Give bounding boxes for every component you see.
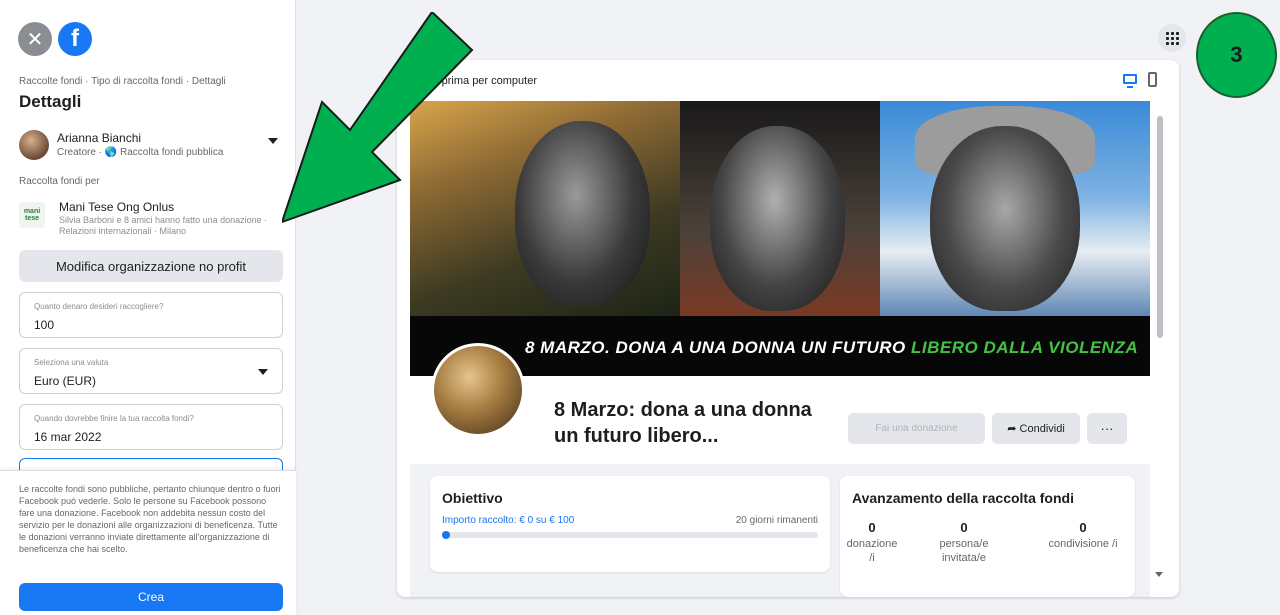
- share-arrow-icon: ➦: [1007, 423, 1020, 435]
- currency-select-value[interactable]: Euro (EUR): [34, 374, 96, 388]
- edit-nonprofit-button[interactable]: Modifica organizzazione no profit: [19, 250, 283, 282]
- avatar: [19, 130, 49, 160]
- sidebar-footer: Le raccolte fondi sono pubbliche, pertan…: [0, 470, 296, 615]
- chevron-down-icon[interactable]: [268, 138, 278, 144]
- donations-count: 0: [868, 520, 876, 535]
- invited-stat: 0 persona/e invitata/e: [920, 521, 1008, 565]
- apps-grid-icon[interactable]: [1158, 24, 1186, 52]
- currency-select-label: Seleziona una valuta: [34, 358, 109, 367]
- close-icon[interactable]: ✕: [18, 22, 52, 56]
- creator-name: Arianna Bianchi: [57, 131, 142, 145]
- amount-raised[interactable]: Importo raccolto: € 0 su € 100: [442, 515, 574, 526]
- creator-subtitle: Creatore · 🌎 Raccolta fondi pubblica: [57, 147, 224, 158]
- desktop-preview-panel: Anteprima per computer 8 MARZO. DONA A U…: [397, 60, 1179, 597]
- breadcrumb: Raccolte fondi · Tipo di raccolta fondi …: [19, 76, 226, 87]
- shares-count: 0: [1079, 520, 1087, 535]
- donate-button[interactable]: Fai una donazione: [848, 413, 985, 444]
- chevron-down-icon[interactable]: [258, 369, 268, 375]
- end-date-field[interactable]: Quando dovrebbe finire la tua raccolta f…: [19, 404, 283, 450]
- goal-heading: Obiettivo: [442, 490, 503, 506]
- cover-banner-text: 8 MARZO. DONA A UNA DONNA UN FUTURO LIBE…: [525, 338, 1138, 358]
- preview-lower-section: Obiettivo Importo raccolto: € 0 su € 100…: [410, 464, 1150, 597]
- desktop-icon[interactable]: [1123, 74, 1137, 88]
- donations-stat: 0 donazione /i: [846, 521, 898, 565]
- invited-label: persona/e invitata/e: [939, 538, 989, 564]
- org-name: Mani Tese Ong Onlus: [59, 200, 175, 214]
- banner-white-text: 8 MARZO. DONA A UNA DONNA UN FUTURO: [525, 338, 906, 357]
- portrait-girl: [515, 121, 650, 306]
- fundraiser-sidebar: ✕ f Raccolte fondi · Tipo di raccolta fo…: [0, 0, 296, 615]
- donations-label: donazione /i: [846, 538, 898, 564]
- facebook-logo-icon[interactable]: f: [58, 22, 92, 56]
- nonprofit-org: mani tese Mani Tese Ong Onlus Silvia Bar…: [19, 198, 284, 238]
- end-date-field-value[interactable]: 16 mar 2022: [34, 430, 101, 444]
- end-date-field-label: Quando dovrebbe finire la tua raccolta f…: [34, 414, 194, 423]
- fundraiser-for-label: Raccolta fondi per: [19, 176, 100, 187]
- banner-green-text: LIBERO DALLA VIOLENZA: [911, 338, 1139, 357]
- amount-field[interactable]: Quanto denaro desideri raccogliere? 100: [19, 292, 283, 338]
- sidebar-top-icons: ✕ f: [18, 22, 92, 56]
- goal-progress-indicator: [442, 531, 450, 539]
- more-options-button[interactable]: ···: [1087, 413, 1127, 444]
- org-logo-icon: mani tese: [19, 202, 45, 228]
- campaign-title: 8 Marzo: dona a una donna un futuro libe…: [554, 399, 812, 447]
- create-button[interactable]: Crea: [19, 583, 283, 611]
- progress-card: Avanzamento della raccolta fondi 0 donazi…: [840, 476, 1135, 597]
- invited-count: 0: [960, 520, 968, 535]
- share-button-label: Condividi: [1019, 423, 1065, 435]
- days-remaining: 20 giorni rimanenti: [735, 515, 818, 526]
- scroll-down-icon[interactable]: [1155, 572, 1163, 577]
- amount-field-label: Quanto denaro desideri raccogliere?: [34, 302, 164, 311]
- portrait-woman-right: [930, 126, 1080, 311]
- org-subtitle: Silvia Barboni e 8 amici hanno fatto una…: [59, 215, 268, 236]
- goal-progress-bar: [442, 532, 818, 538]
- step-number-badge: 3: [1196, 12, 1277, 98]
- portrait-woman-center: [710, 126, 845, 311]
- shares-stat: 0 condivisione /i: [1038, 521, 1128, 551]
- preview-label: Anteprima per computer: [419, 75, 537, 87]
- page-title: Dettagli: [19, 92, 82, 111]
- goal-card: Obiettivo Importo raccolto: € 0 su € 100…: [430, 476, 830, 572]
- cover-banner: 8 MARZO. DONA A UNA DONNA UN FUTURO LIBE…: [410, 316, 1150, 376]
- cover-photo: 8 MARZO. DONA A UNA DONNA UN FUTURO LIBE…: [410, 101, 1150, 376]
- creator-selector[interactable]: Arianna Bianchi Creatore · 🌎 Raccolta fo…: [19, 128, 284, 164]
- disclaimer-text: Le raccolte fondi sono pubbliche, pertan…: [19, 484, 281, 554]
- mobile-icon[interactable]: [1148, 72, 1157, 87]
- shares-label: condivisione /i: [1048, 538, 1118, 550]
- share-button[interactable]: ➦ Condividi: [992, 413, 1080, 444]
- currency-select[interactable]: Seleziona una valuta Euro (EUR): [19, 348, 283, 394]
- amount-field-value[interactable]: 100: [34, 318, 54, 332]
- fundraiser-profile-picture: [431, 343, 525, 437]
- progress-heading: Avanzamento della raccolta fondi: [852, 490, 1074, 506]
- preview-scrollbar[interactable]: [1157, 116, 1163, 338]
